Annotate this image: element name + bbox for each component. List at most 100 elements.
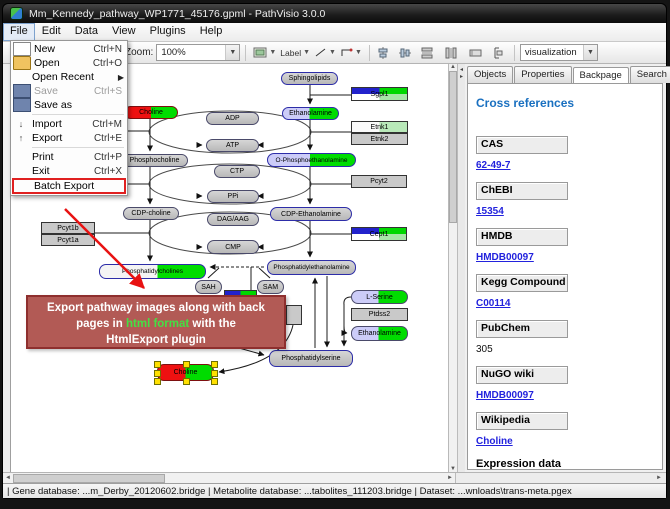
canvas-vertical-scrollbar[interactable]: ▲ ▼ xyxy=(448,64,457,472)
menu-file[interactable]: File xyxy=(3,23,35,41)
pathway-node-etnk1[interactable]: Etnk1 xyxy=(351,121,408,133)
menu-item-shortcut: Ctrl+M xyxy=(92,119,122,130)
common-size-icon[interactable] xyxy=(469,47,482,58)
selection-handle[interactable] xyxy=(183,378,190,385)
scroll-down-icon[interactable]: ▼ xyxy=(450,466,456,472)
expression-data-heading: Expression data xyxy=(476,458,662,470)
cross-reference-link[interactable]: C00114 xyxy=(476,298,510,309)
pathway-node-cept1[interactable]: Cept1 xyxy=(351,227,407,241)
pathway-node-ppi[interactable]: PPi xyxy=(207,190,259,203)
pathway-node-l-serine[interactable]: L-Serine xyxy=(351,290,408,304)
distribute-rows-icon[interactable] xyxy=(421,47,433,59)
pathway-node-cdp-ethanolamine[interactable]: CDP-Ethanolamine xyxy=(270,207,352,221)
cross-reference-link[interactable]: Choline xyxy=(476,436,513,447)
menu-view[interactable]: View xyxy=(105,23,143,41)
splitter-right-icon[interactable]: ▸ xyxy=(460,73,463,80)
open-folder-icon xyxy=(13,56,31,70)
menu-data[interactable]: Data xyxy=(68,23,105,41)
pathway-node-phosphocholine[interactable]: Phosphocholine xyxy=(121,154,188,167)
pathway-node-dag-aag[interactable]: DAG/AAG xyxy=(207,213,259,226)
line-tool-icon[interactable]: ▼ xyxy=(314,47,336,58)
panel-splitter[interactable]: ◂ ▸ xyxy=(457,64,465,472)
selection-handle[interactable] xyxy=(211,378,218,385)
pathway-node-pcyt2[interactable]: Pcyt2 xyxy=(351,175,407,188)
pathway-node-pcyt1a[interactable]: Pcyt1a xyxy=(41,234,95,246)
status-bar: | Gene database: ...m_Derby_20120602.bri… xyxy=(3,483,666,498)
title-bar[interactable]: Mm_Kennedy_pathway_WP1771_45176.gpml - P… xyxy=(3,4,666,23)
align-middle-icon[interactable] xyxy=(399,47,411,59)
pathway-node-phosphatidylethanolamine[interactable]: Phosphatidylethanolamine xyxy=(267,260,356,275)
backpage-section-wikipedia: WikipediaCholine xyxy=(476,412,662,447)
pathway-node-ptdss2[interactable]: Ptdss2 xyxy=(351,308,408,321)
scroll-right-icon[interactable]: ► xyxy=(447,475,453,481)
menu-item-save[interactable]: SaveCtrl+S xyxy=(12,84,126,98)
pathway-node-pcyt1b[interactable]: Pcyt1b xyxy=(41,222,95,234)
connector-tool-icon[interactable]: ▼ xyxy=(340,47,362,58)
cross-reference-link[interactable]: 62-49-7 xyxy=(476,160,510,171)
pathway-node-atp[interactable]: ATP xyxy=(206,139,259,152)
tab-properties[interactable]: Properties xyxy=(514,66,571,83)
tab-search[interactable]: Search xyxy=(630,66,670,83)
menu-item-new[interactable]: NewCtrl+N xyxy=(12,42,126,56)
selection-handle[interactable] xyxy=(211,370,218,377)
stack-icon[interactable] xyxy=(492,47,504,59)
tab-objects[interactable]: Objects xyxy=(467,66,513,83)
pathway-node-ethanolamine[interactable]: Ethanolamine xyxy=(282,107,339,120)
menu-item-print[interactable]: PrintCtrl+P xyxy=(12,150,126,164)
pathway-node-phosphatidylcholines[interactable]: Phosphatidylcholines xyxy=(99,264,206,279)
pathway-node-etnk2[interactable]: Etnk2 xyxy=(351,133,408,145)
menu-item-label: New xyxy=(34,43,93,55)
cross-reference-link[interactable]: 15354 xyxy=(476,206,504,217)
gene-product-icon[interactable]: ▼ xyxy=(253,47,276,58)
panel-scroll-right-icon[interactable]: ► xyxy=(656,475,662,481)
scroll-up-icon[interactable]: ▲ xyxy=(450,64,456,70)
pathway-node-sphingolipids[interactable]: Sphingolipids xyxy=(281,72,338,85)
pathway-node-choline[interactable]: Choline xyxy=(124,106,178,119)
zoom-combobox[interactable]: 100%▼ xyxy=(156,44,240,61)
visualization-combobox[interactable]: visualization▼ xyxy=(520,44,598,61)
menu-item-batch-export[interactable]: Batch Export xyxy=(12,178,126,194)
menu-item-shortcut: Ctrl+P xyxy=(94,152,122,163)
scrollbar-thumb[interactable] xyxy=(13,474,165,483)
distribute-columns-icon[interactable] xyxy=(445,47,457,59)
chevron-down-icon[interactable]: ▼ xyxy=(583,45,597,60)
splitter-left-icon[interactable]: ◂ xyxy=(460,66,463,73)
menu-item-import[interactable]: ImportCtrl+M xyxy=(12,117,126,131)
backpage-content[interactable]: Cross references CAS62-49-7ChEBI15354HMD… xyxy=(467,83,663,470)
menu-item-label: Export xyxy=(32,132,94,144)
app-window: Mm_Kennedy_pathway_WP1771_45176.gpml - P… xyxy=(2,3,667,499)
selection-handle[interactable] xyxy=(211,361,218,368)
menu-item-save-as[interactable]: Save as xyxy=(12,98,126,112)
pathway-node-cdp-choline[interactable]: CDP-choline xyxy=(123,207,179,220)
canvas-horizontal-scrollbar[interactable]: ◄ ► xyxy=(3,473,456,483)
menu-help[interactable]: Help xyxy=(193,23,230,41)
scroll-left-icon[interactable]: ◄ xyxy=(5,475,11,481)
selection-handle[interactable] xyxy=(154,370,161,377)
pathway-node-o-phosphoethanolamine[interactable]: O-Phosphoethanolamine xyxy=(267,153,356,167)
pathway-node-ethanolamine[interactable]: Ethanolamine xyxy=(351,326,408,341)
chevron-down-icon[interactable]: ▼ xyxy=(225,45,239,60)
pathway-node-ctp[interactable]: CTP xyxy=(214,165,260,178)
menu-item-open-recent[interactable]: Open Recent▶ xyxy=(12,70,126,84)
pathway-node-cmp[interactable]: CMP xyxy=(207,240,259,254)
selection-handle[interactable] xyxy=(154,361,161,368)
pathway-node-sgpl1[interactable]: Sgpl1 xyxy=(351,87,408,101)
pathway-node-sam[interactable]: SAM xyxy=(257,280,284,294)
selection-handle[interactable] xyxy=(183,361,190,368)
pathway-node-adp[interactable]: ADP xyxy=(206,112,259,125)
pathway-node-sah[interactable]: SAH xyxy=(195,280,222,294)
scrollbar-thumb[interactable] xyxy=(449,71,457,223)
pathway-node-phosphatidylserine[interactable]: Phosphatidylserine xyxy=(269,350,353,367)
menu-plugins[interactable]: Plugins xyxy=(143,23,193,41)
menu-item-export[interactable]: ExportCtrl+E xyxy=(12,131,126,145)
align-center-icon[interactable] xyxy=(377,47,389,59)
menu-item-exit[interactable]: ExitCtrl+X xyxy=(12,164,126,178)
cross-reference-link[interactable]: HMDB00097 xyxy=(476,252,534,263)
menu-edit[interactable]: Edit xyxy=(35,23,68,41)
selection-handle[interactable] xyxy=(154,378,161,385)
tab-backpage[interactable]: Backpage xyxy=(573,67,629,84)
pathway-node[interactable] xyxy=(286,305,302,325)
menu-item-open[interactable]: OpenCtrl+O xyxy=(12,56,126,70)
label-tool-icon[interactable]: Label▼ xyxy=(280,48,310,58)
cross-reference-link[interactable]: HMDB00097 xyxy=(476,390,534,401)
